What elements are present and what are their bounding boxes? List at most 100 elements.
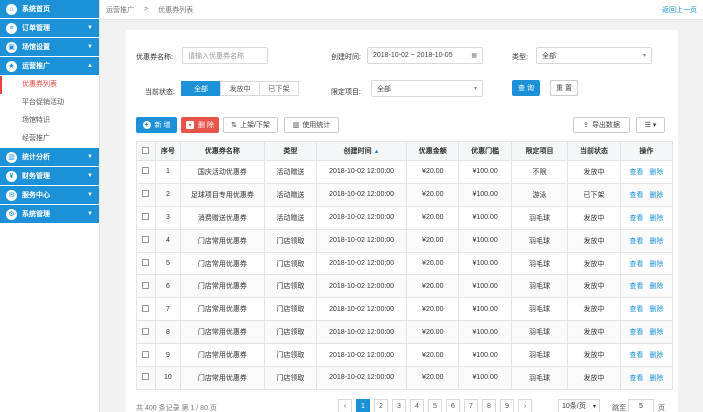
date-range-value: 2018-10-02 ~ 2018-10-05: [373, 52, 453, 59]
delete-link[interactable]: 删除: [649, 283, 663, 290]
table-cell: 门店常用优惠券: [179, 366, 265, 390]
breadcrumb-promo[interactable]: 运营推广: [106, 5, 134, 15]
page-button[interactable]: 9: [500, 399, 514, 412]
sidebar-item-service[interactable]: ✉ 服务中心 ▼: [0, 186, 99, 205]
table-cell: 活动赠送: [263, 182, 318, 207]
row-checkbox[interactable]: [142, 213, 150, 221]
coupon-name-input[interactable]: 请输入优惠券名称: [182, 47, 268, 64]
view-link[interactable]: 查看: [629, 283, 643, 290]
row-checkbox[interactable]: [142, 373, 150, 381]
delete-link[interactable]: 删除: [649, 238, 663, 245]
row-checkbox[interactable]: [142, 259, 150, 266]
table-cell: ¥100.00: [458, 228, 512, 253]
sidebar-subitem[interactable]: 经营推广: [0, 130, 99, 148]
select-all-checkbox[interactable]: [142, 146, 150, 154]
row-checkbox[interactable]: [142, 304, 150, 312]
table-cell: 2018-10-02 12:00:00: [316, 160, 408, 184]
sidebar-item-settings[interactable]: ⚙ 系统管理 ▼: [0, 205, 99, 224]
delete-link[interactable]: 删除: [649, 261, 663, 268]
sidebar-item-order[interactable]: ≡ 订单管理 ▼: [0, 19, 99, 38]
page-button[interactable]: 7: [464, 399, 478, 412]
column-header-sortable[interactable]: 创建时间 ▲: [316, 141, 408, 161]
limit-select-value: 全部: [377, 85, 391, 93]
table-cell: ¥20.00: [406, 251, 460, 276]
export-button[interactable]: ⇪ 导出数据: [573, 117, 630, 133]
table-cell: 活动赠送: [263, 160, 318, 184]
view-link[interactable]: 查看: [629, 215, 643, 222]
row-checkbox[interactable]: [142, 350, 150, 358]
type-select[interactable]: 全部 ▾: [536, 47, 652, 64]
row-checkbox[interactable]: [142, 327, 150, 335]
delete-link[interactable]: 删除: [649, 329, 663, 336]
usage-stats-button[interactable]: ▥ 使用统计: [284, 117, 339, 133]
view-link[interactable]: 查看: [629, 192, 643, 199]
page-button[interactable]: 6: [446, 399, 460, 412]
page-size-select[interactable]: 10条/页 ▾: [558, 399, 600, 412]
table-cell: ¥20.00: [406, 320, 460, 345]
date-range-input[interactable]: 2018-10-02 ~ 2018-10-05 ▦: [367, 47, 483, 64]
row-checkbox[interactable]: [142, 190, 150, 198]
view-link[interactable]: 查看: [629, 352, 643, 359]
table-cell: ¥20.00: [406, 274, 460, 299]
page-button[interactable]: 2: [374, 399, 388, 412]
table-row: 3 消费赠送优惠券 活动赠送 2018-10-02 12:00:00 ¥20.00 ¥10…: [136, 205, 674, 230]
row-actions: 查看 删除: [619, 366, 674, 390]
page-button[interactable]: 4: [410, 399, 424, 412]
view-link[interactable]: 查看: [629, 238, 643, 245]
breadcrumb-separator: >: [144, 6, 149, 13]
sidebar-subitem[interactable]: 优惠券列表: [0, 76, 99, 94]
delete-button[interactable]: ▪ 删 除: [181, 117, 219, 133]
query-button[interactable]: 查 询: [512, 80, 540, 96]
delete-link[interactable]: 删除: [649, 169, 663, 176]
view-link[interactable]: 查看: [629, 169, 643, 176]
sidebar-item-finance[interactable]: ¥ 财务管理 ▼: [0, 167, 99, 186]
row-checkbox[interactable]: [142, 167, 150, 175]
table-cell: 发放中: [567, 297, 621, 322]
sidebar-item-label: 运营推广: [22, 63, 50, 70]
row-actions: 查看 删除: [619, 182, 674, 207]
delete-link[interactable]: 删除: [649, 352, 663, 359]
row-checkbox-cell: [136, 228, 156, 253]
chevron-down-icon: ▼: [87, 44, 93, 50]
table-cell: 羽毛球: [510, 274, 569, 299]
sidebar-item-promo[interactable]: ★ 运营推广 ▲: [0, 57, 99, 76]
delete-link[interactable]: 删除: [649, 192, 663, 199]
page-button[interactable]: 3: [392, 399, 406, 412]
onoff-shelf-button[interactable]: ⇅ 上架/下架: [223, 117, 278, 133]
view-link[interactable]: 查看: [629, 375, 643, 382]
page-button[interactable]: 5: [428, 399, 442, 412]
add-button[interactable]: + 新 增: [136, 117, 177, 133]
sidebar-item-home[interactable]: ⌂ 系统首页: [0, 0, 99, 19]
view-link[interactable]: 查看: [629, 306, 643, 313]
status-option[interactable]: 全部: [181, 81, 221, 96]
chevron-down-icon: ▾: [642, 53, 646, 59]
sidebar-subitem[interactable]: 平台促销活动: [0, 94, 99, 112]
page-button[interactable]: 8: [482, 399, 496, 412]
reset-button[interactable]: 重 置: [550, 80, 578, 96]
view-link[interactable]: 查看: [629, 329, 643, 336]
back-link[interactable]: 返回上一页: [662, 5, 697, 15]
sidebar-subitem[interactable]: 场馆特识: [0, 112, 99, 130]
delete-link[interactable]: 删除: [649, 306, 663, 313]
limit-select[interactable]: 全部 ▾: [371, 80, 483, 97]
view-link[interactable]: 查看: [629, 261, 643, 268]
sidebar-item-venue[interactable]: ▣ 场馆设置 ▼: [0, 38, 99, 57]
type-label: 类型:: [512, 54, 528, 61]
jump-input[interactable]: 5: [628, 399, 654, 412]
service-icon: ✉: [6, 189, 17, 201]
status-option[interactable]: 发放中: [220, 81, 260, 96]
sidebar-item-chart[interactable]: ▥ 统计分析 ▼: [0, 148, 99, 167]
column-header: 操作: [619, 141, 674, 161]
select-all-checkbox-cell[interactable]: [136, 141, 156, 161]
delete-link[interactable]: 删除: [649, 215, 663, 222]
prev-page-button[interactable]: ‹: [338, 399, 352, 412]
jump-label: 跳至: [612, 405, 626, 412]
sort-ascending-icon[interactable]: ▲: [374, 149, 380, 155]
page-button[interactable]: 1: [356, 399, 370, 412]
delete-link[interactable]: 删除: [649, 375, 663, 382]
status-option[interactable]: 已下架: [259, 81, 299, 96]
row-checkbox[interactable]: [142, 281, 150, 289]
next-page-button[interactable]: ›: [518, 399, 532, 412]
column-settings-button[interactable]: ☰ ▾: [636, 117, 665, 133]
row-checkbox[interactable]: [142, 236, 150, 244]
